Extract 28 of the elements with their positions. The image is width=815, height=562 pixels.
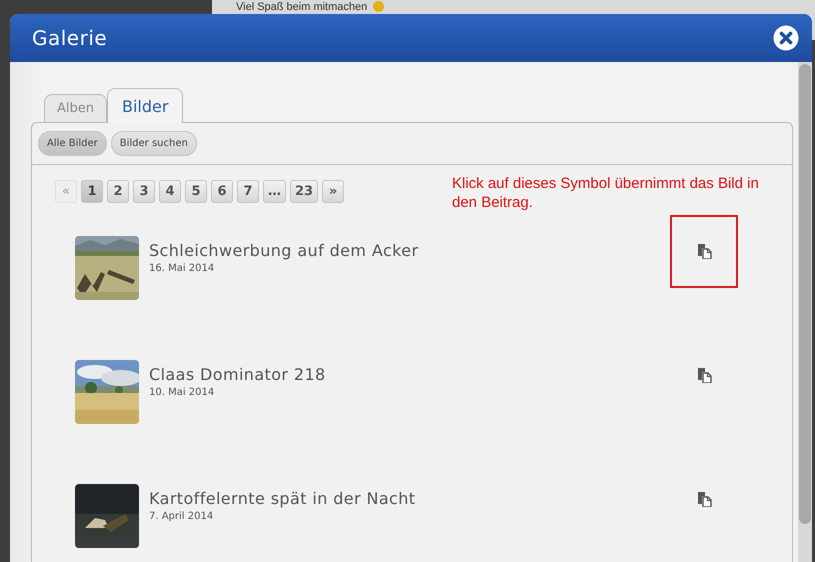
close-icon xyxy=(773,25,799,51)
copy-icon[interactable] xyxy=(696,368,712,383)
tab[interactable]: Bilder xyxy=(107,88,184,123)
close-button[interactable] xyxy=(773,25,799,51)
scrollbar[interactable] xyxy=(798,62,812,562)
background-text: Viel Spaß beim mitmachen xyxy=(236,1,368,13)
image-title[interactable]: Kartoffelernte spät in der Nacht xyxy=(149,489,669,508)
page-button[interactable]: 4 xyxy=(159,180,181,203)
image-title[interactable]: Claas Dominator 218 xyxy=(149,365,669,384)
copy-icon[interactable] xyxy=(696,244,712,259)
page-button[interactable]: 5 xyxy=(185,180,207,203)
copy-icon[interactable] xyxy=(696,492,712,507)
page-button[interactable]: … xyxy=(263,180,286,203)
image-title[interactable]: Schleichwerbung auf dem Acker xyxy=(149,241,669,260)
page-button[interactable]: 1 xyxy=(81,180,103,203)
page-button[interactable]: » xyxy=(322,180,344,203)
image-date: 7. April 2014 xyxy=(149,511,214,522)
filter-button[interactable]: Bilder suchen xyxy=(110,131,197,156)
filter-button[interactable]: Alle Bilder xyxy=(38,131,107,156)
page-button[interactable]: 6 xyxy=(211,180,233,203)
image-date: 10. Mai 2014 xyxy=(149,387,216,398)
page-button[interactable]: 23 xyxy=(290,180,318,203)
page-button[interactable]: 2 xyxy=(107,180,129,203)
annotation-text: Klick auf dieses Symbol übernimmt das Bild in den Beitrag. xyxy=(452,174,760,212)
page-button[interactable]: 7 xyxy=(237,180,259,203)
window-title: Galerie xyxy=(32,26,108,50)
image-date: 16. Mai 2014 xyxy=(149,263,216,274)
page-button[interactable]: 3 xyxy=(133,180,155,203)
